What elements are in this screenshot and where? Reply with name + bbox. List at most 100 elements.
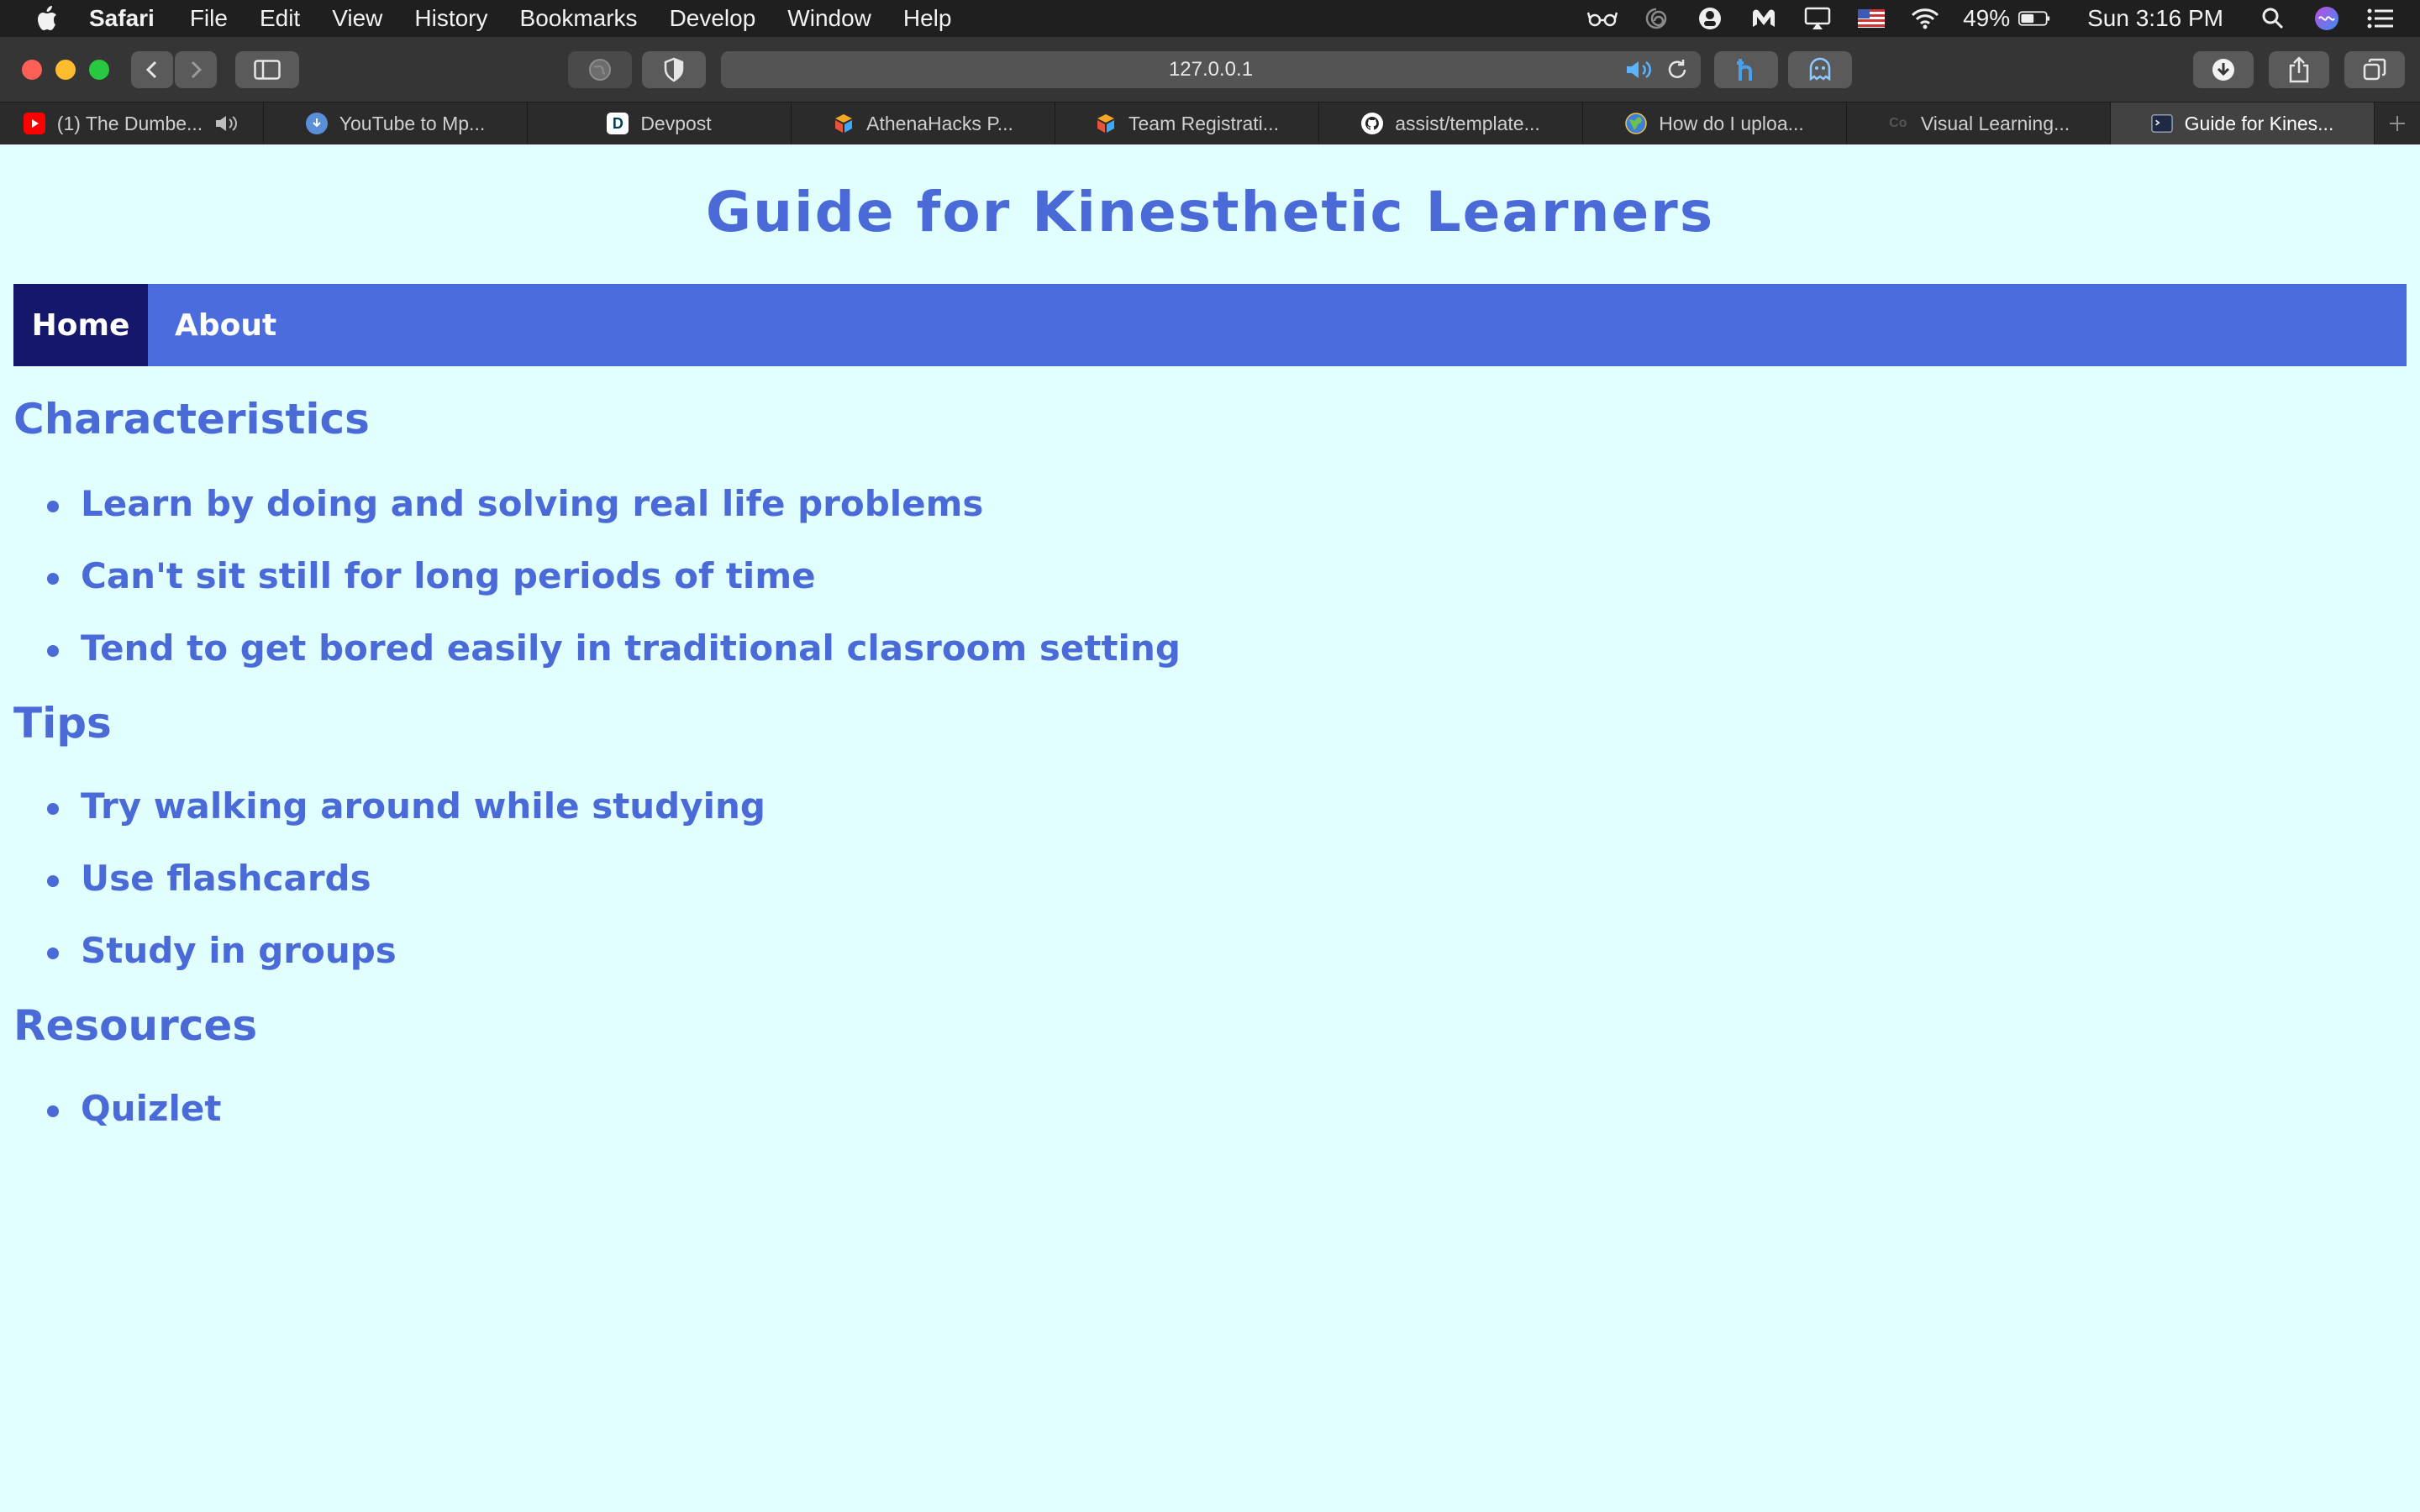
honey-extension-button[interactable] (1714, 51, 1778, 88)
tab-github[interactable]: assist/template... (1319, 102, 1583, 144)
devpost-icon: D (607, 113, 629, 134)
site-navbar: Home About (13, 284, 2407, 366)
page-title: Guide for Kinesthetic Learners (705, 180, 1715, 244)
cube-icon (833, 113, 855, 134)
menu-bar: Safari File Edit View History Bookmarks … (0, 0, 2420, 37)
tips-list: Try walking around while studying Use fl… (44, 781, 765, 998)
menu-view[interactable]: View (332, 5, 382, 32)
clock[interactable]: Sun 3:16 PM (2087, 5, 2223, 32)
address-text[interactable]: 127.0.0.1 (1169, 58, 1253, 81)
address-bar[interactable]: 127.0.0.1 (721, 51, 1701, 88)
show-all-tabs-button[interactable] (2344, 51, 2405, 88)
menu-develop[interactable]: Develop (670, 5, 756, 32)
download-icon (305, 113, 328, 134)
list-item: Use flashcards (44, 853, 765, 926)
tab-title: How do I uploa... (1659, 112, 1804, 134)
notification-center-icon[interactable] (2365, 6, 2396, 31)
tab-title: Visual Learning... (1920, 112, 2070, 134)
browser-toolbar: 127.0.0.1 (0, 37, 2420, 102)
list-item: Tend to get bored easily in traditional … (44, 623, 1181, 696)
tab-visual-learning[interactable]: Co Visual Learning... (1847, 102, 2111, 144)
list-item: Try walking around while studying (44, 781, 765, 853)
chevron-left-icon (145, 60, 157, 79)
resource-link-quizlet[interactable]: Quizlet (44, 1084, 221, 1156)
list-item: Study in groups (44, 926, 765, 998)
characteristics-list: Learn by doing and solving real life pro… (44, 479, 1181, 696)
nav-about-link[interactable]: About (148, 284, 303, 366)
apple-menu-icon[interactable] (30, 4, 64, 33)
tab-youtube-video[interactable]: (1) The Dumbe... (0, 102, 264, 144)
tab-title: (1) The Dumbe... (56, 112, 203, 134)
tab-title: assist/template... (1395, 112, 1540, 134)
menu-app-name[interactable]: Safari (89, 5, 155, 32)
share-icon (2289, 56, 2309, 83)
tab-youtube-to-mp3[interactable]: YouTube to Mp... (264, 102, 528, 144)
page-icon: Co (1889, 116, 1907, 130)
sidebar-icon (254, 60, 281, 80)
globe-icon (589, 59, 611, 81)
list-item: Learn by doing and solving real life pro… (44, 479, 1181, 551)
spiral-icon[interactable] (1640, 6, 1672, 31)
battery-percentage[interactable]: 49% (1963, 5, 2010, 32)
minimize-window-button[interactable] (55, 60, 76, 80)
downloads-button[interactable] (2193, 51, 2254, 88)
nav-home-link[interactable]: Home (13, 284, 148, 366)
speaker-icon[interactable] (214, 114, 239, 133)
youtube-icon (23, 113, 45, 134)
ghostery-extension-button[interactable] (1788, 51, 1852, 88)
tab-team-registration[interactable]: Team Registrati... (1055, 102, 1319, 144)
malwarebytes-icon[interactable] (1748, 6, 1780, 31)
tab-guide-kinesthetic[interactable]: Guide for Kines... (2111, 102, 2375, 144)
tab-bar: (1) The Dumbe... YouTube to Mp... D Devp… (0, 102, 2420, 144)
tabs-overview-icon (2363, 58, 2386, 81)
status-area: 49% Sun 3:16 PM (1565, 0, 2396, 37)
cube-icon (1095, 113, 1117, 134)
menu-help[interactable]: Help (903, 5, 952, 32)
tab-title: YouTube to Mp... (339, 112, 486, 134)
wifi-icon[interactable] (1909, 6, 1941, 31)
shield-icon (664, 57, 684, 82)
website-settings-button[interactable] (568, 51, 632, 88)
honey-icon (1737, 59, 1752, 81)
new-tab-button[interactable] (2375, 102, 2420, 144)
forward-button[interactable] (175, 51, 217, 88)
menu-window[interactable]: Window (787, 5, 871, 32)
siri-icon[interactable] (2311, 6, 2343, 31)
download-icon (2212, 59, 2234, 81)
tab-title: Guide for Kines... (2184, 112, 2334, 134)
share-button[interactable] (2269, 51, 2329, 88)
resources-list: Quizlet (44, 1084, 221, 1156)
close-window-button[interactable] (22, 60, 42, 80)
tab-title: Devpost (640, 112, 712, 134)
tab-athenahacks[interactable]: AthenaHacks P... (792, 102, 1055, 144)
input-source-flag-icon[interactable] (1855, 6, 1887, 31)
reload-icon[interactable] (1665, 58, 1689, 81)
plus-icon (2390, 116, 2405, 131)
web-page: Guide for Kinesthetic Learners Home Abou… (0, 144, 2420, 1512)
menu-edit[interactable]: Edit (260, 5, 300, 32)
airplay-icon[interactable] (1802, 6, 1833, 31)
reading-glasses-icon[interactable] (1586, 6, 1618, 31)
tab-how-do-i-upload[interactable]: How do I uploa... (1583, 102, 1847, 144)
heading-tips: Tips (13, 699, 112, 748)
contact-icon[interactable] (1694, 6, 1726, 31)
battery-icon[interactable] (2018, 6, 2050, 31)
back-button[interactable] (131, 51, 173, 88)
list-item: Can't sit still for long periods of time (44, 551, 1181, 623)
terminal-icon (2150, 113, 2173, 134)
heading-resources: Resources (13, 1001, 258, 1050)
tab-devpost[interactable]: D Devpost (528, 102, 792, 144)
menu-history[interactable]: History (414, 5, 487, 32)
speaker-icon[interactable] (1625, 59, 1654, 81)
ghost-icon (1809, 57, 1831, 81)
spotlight-search-icon[interactable] (2257, 6, 2289, 31)
heading-characteristics: Characteristics (13, 395, 370, 444)
chevron-right-icon (191, 60, 203, 79)
menu-file[interactable]: File (190, 5, 228, 32)
sidebar-toggle-button[interactable] (235, 51, 299, 88)
tab-title: Team Registrati... (1128, 112, 1279, 134)
menu-bookmarks[interactable]: Bookmarks (520, 5, 638, 32)
privacy-report-button[interactable] (642, 51, 706, 88)
fullscreen-window-button[interactable] (89, 60, 109, 80)
tab-title: AthenaHacks P... (866, 112, 1013, 134)
